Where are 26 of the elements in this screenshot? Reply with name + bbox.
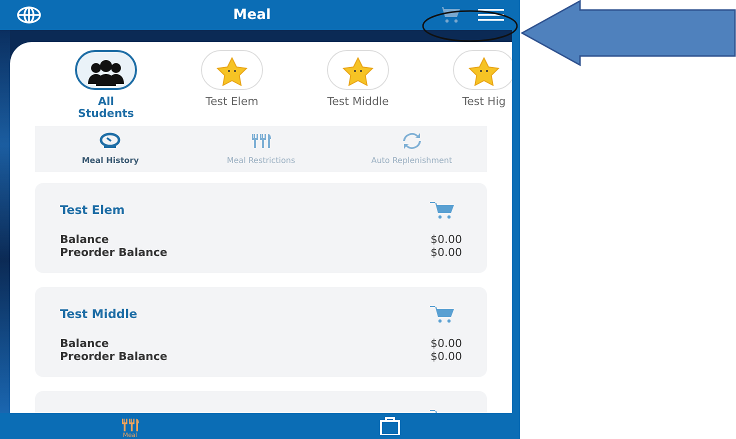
globe-icon[interactable] <box>16 6 42 24</box>
student-name[interactable]: Test Elem <box>197 96 267 108</box>
refresh-icon <box>400 132 423 150</box>
account-card[interactable]: Test Middle Balance $0.00 Preorder Balance $0.00 <box>35 287 487 377</box>
screen-title: Meal <box>233 6 271 24</box>
balance-label: Preorder Balance <box>60 246 168 259</box>
balance-value: $0.00 <box>430 233 462 246</box>
balance-label: Balance <box>60 233 109 246</box>
gauge-icon <box>99 132 122 150</box>
account-card[interactable]: Test Elem Balance $0.00 Preorder Balance $0.00 <box>35 183 487 273</box>
balance-label: Preorder Balance <box>60 350 168 363</box>
menu-icon[interactable] <box>478 9 504 21</box>
balance-value: $0.00 <box>430 337 462 350</box>
student-name[interactable]: Test Middle <box>323 96 393 108</box>
student-name: Test Middle <box>60 306 138 323</box>
balance-label: Balance <box>60 337 109 350</box>
student-name[interactable]: Test Hig <box>449 96 512 108</box>
tab[interactable]: Meal History <box>35 126 186 172</box>
utensils-icon <box>119 417 141 433</box>
bag-icon <box>379 417 401 435</box>
balance-value: $0.00 <box>430 246 462 259</box>
student-name: Test Elem <box>60 202 125 219</box>
balance-value: $0.00 <box>430 350 462 363</box>
student-avatar[interactable] <box>75 50 137 90</box>
student-name[interactable]: All Students <box>71 96 141 120</box>
utensils-icon <box>250 132 272 150</box>
